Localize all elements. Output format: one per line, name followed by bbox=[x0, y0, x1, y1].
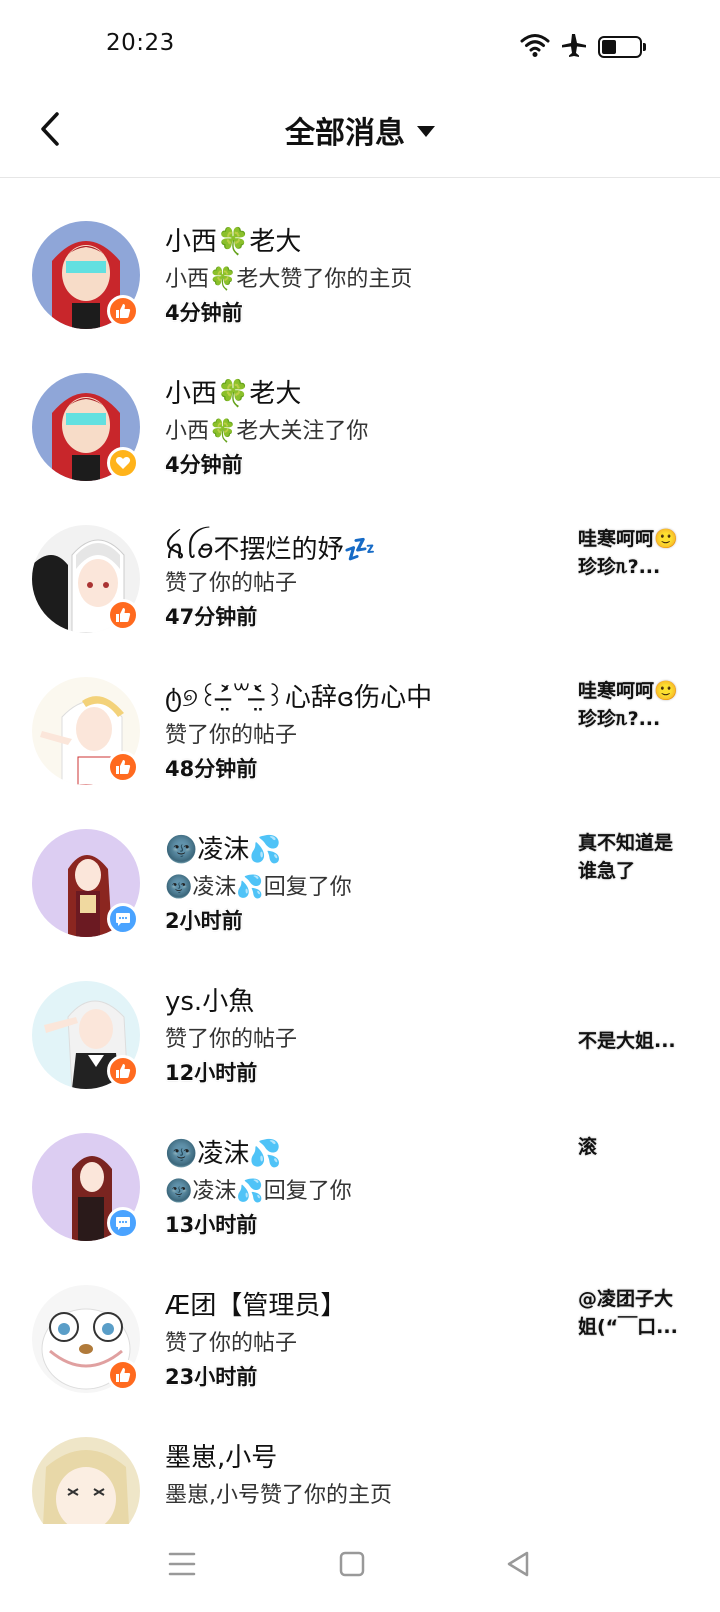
message-item[interactable]: 墨崽,小号 墨崽,小号赞了你的主页 bbox=[0, 1437, 720, 1524]
like-badge-icon bbox=[107, 751, 139, 783]
avatar[interactable] bbox=[32, 1437, 140, 1524]
message-action: 🌚凌沫💦回复了你 bbox=[165, 875, 352, 900]
menu-button[interactable] bbox=[162, 1546, 202, 1586]
airplane-icon bbox=[560, 32, 588, 62]
comment-badge-icon bbox=[107, 903, 139, 935]
message-item[interactable]: 小西🍀老大 小西🍀老大赞了你的主页 4分钟前 bbox=[0, 221, 720, 371]
message-time: 12小时前 bbox=[165, 1061, 258, 1085]
message-filter-dropdown[interactable]: 全部消息 bbox=[0, 108, 720, 152]
like-badge-icon bbox=[107, 1055, 139, 1087]
sender-name[interactable]: 🌚凌沫💦 bbox=[165, 829, 282, 866]
sender-name[interactable]: ტ୭꒰˃̶̤́꒳˂̶̤̀꒱心辞ɞ伤心中 bbox=[165, 677, 432, 714]
message-action: 🌚凌沫💦回复了你 bbox=[165, 1179, 352, 1204]
back-triangle-icon bbox=[505, 1550, 531, 1582]
status-time: 20:23 bbox=[106, 30, 175, 56]
message-action: 小西🍀老大关注了你 bbox=[165, 419, 369, 444]
sender-name[interactable]: 小西🍀老大 bbox=[165, 221, 301, 258]
message-item[interactable]: ტ୭꒰˃̶̤́꒳˂̶̤̀꒱心辞ɞ伤心中 赞了你的帖子 48分钟前 哇寒呵呵🙂珍珍… bbox=[0, 677, 720, 827]
message-action: 墨崽,小号赞了你的主页 bbox=[165, 1483, 392, 1508]
status-icons bbox=[520, 32, 646, 62]
menu-icon bbox=[168, 1551, 196, 1581]
message-preview: 不是大姐... bbox=[578, 1030, 676, 1052]
message-action: 赞了你的帖子 bbox=[165, 723, 298, 748]
battery-icon bbox=[598, 36, 646, 58]
message-action: 赞了你的帖子 bbox=[165, 1331, 298, 1356]
like-badge-icon bbox=[107, 599, 139, 631]
status-bar: 20:23 bbox=[0, 0, 720, 88]
message-time: 4分钟前 bbox=[165, 453, 243, 477]
message-list[interactable]: 小西🍀老大 小西🍀老大赞了你的主页 4分钟前 小西🍀老大 小西🍀老大关注了你 4… bbox=[0, 179, 720, 1524]
caret-down-icon bbox=[417, 125, 435, 137]
message-action: 赞了你的帖子 bbox=[165, 571, 298, 596]
like-badge-icon bbox=[107, 295, 139, 327]
sender-name[interactable]: 🌚凌沫💦 bbox=[165, 1133, 282, 1170]
message-time: 13小时前 bbox=[165, 1213, 258, 1237]
message-item[interactable]: ꫝꪶꪮ不摆烂的妤💤 赞了你的帖子 47分钟前 哇寒呵呵🙂珍珍ᥰ?... bbox=[0, 525, 720, 675]
message-item[interactable]: 🌚凌沫💦 🌚凌沫💦回复了你 2小时前 真不知道是谁急了 bbox=[0, 829, 720, 979]
header-bar: 全部消息 bbox=[0, 88, 720, 178]
message-preview: @凌团子大姐(“￣口... bbox=[578, 1288, 678, 1338]
page-title: 全部消息 bbox=[285, 116, 405, 151]
message-time: 4分钟前 bbox=[165, 301, 243, 325]
like-badge-icon bbox=[107, 1359, 139, 1391]
home-button[interactable] bbox=[332, 1546, 372, 1586]
system-back-button[interactable] bbox=[498, 1546, 538, 1586]
sender-name[interactable]: Æ团【管理员】 bbox=[165, 1285, 346, 1322]
message-item[interactable]: 小西🍀老大 小西🍀老大关注了你 4分钟前 bbox=[0, 373, 720, 523]
comment-badge-icon bbox=[107, 1207, 139, 1239]
message-time: 2小时前 bbox=[165, 909, 243, 933]
sender-name[interactable]: 小西🍀老大 bbox=[165, 373, 301, 410]
sender-name[interactable]: 墨崽,小号 bbox=[165, 1437, 277, 1474]
message-time: 23小时前 bbox=[165, 1365, 258, 1389]
message-preview: 滚 bbox=[578, 1136, 598, 1158]
message-preview: 哇寒呵呵🙂珍珍ᥰ?... bbox=[578, 680, 678, 730]
sender-name[interactable]: ys.小魚 bbox=[165, 981, 254, 1018]
message-item[interactable]: Æ团【管理员】 赞了你的帖子 23小时前 @凌团子大姐(“￣口... bbox=[0, 1285, 720, 1435]
battery-level-fill bbox=[602, 40, 616, 54]
message-time: 47分钟前 bbox=[165, 605, 258, 629]
heart-badge-icon bbox=[107, 447, 139, 479]
message-preview: 哇寒呵呵🙂珍珍ᥰ?... bbox=[578, 528, 678, 578]
message-action: 赞了你的帖子 bbox=[165, 1027, 298, 1052]
system-nav-bar bbox=[0, 1524, 720, 1612]
message-item[interactable]: 🌚凌沫💦 🌚凌沫💦回复了你 13小时前 滚 bbox=[0, 1133, 720, 1283]
message-action: 小西🍀老大赞了你的主页 bbox=[165, 267, 413, 292]
wifi-icon bbox=[520, 32, 550, 62]
message-time: 48分钟前 bbox=[165, 757, 258, 781]
message-item[interactable]: ys.小魚 赞了你的帖子 12小时前 不是大姐... bbox=[0, 981, 720, 1131]
message-preview: 真不知道是谁急了 bbox=[578, 832, 674, 882]
home-square-icon bbox=[339, 1551, 365, 1581]
